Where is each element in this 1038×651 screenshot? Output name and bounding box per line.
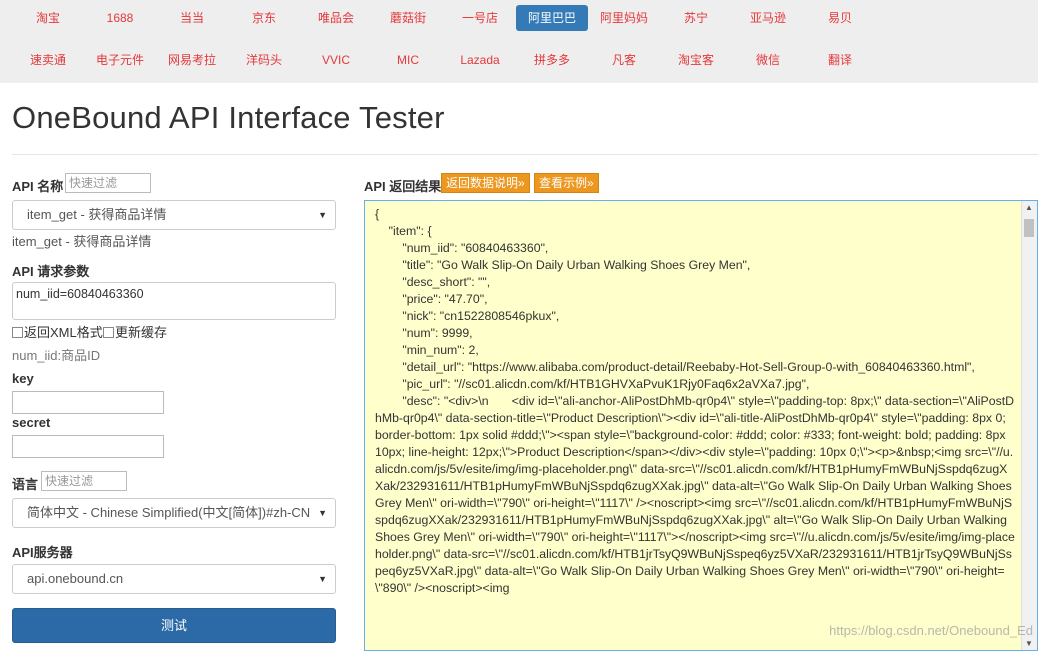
language-select-value: 简体中文 - Chinese Simplified(中文[简体])#zh-CN — [27, 505, 311, 520]
xml-format-checkbox[interactable] — [12, 327, 23, 338]
nav-tab-taobao[interactable]: 淘宝 — [12, 5, 84, 31]
test-button[interactable]: 测试 — [12, 608, 336, 643]
nav-row-1: 淘宝 1688 当当 京东 唯品会 蘑菇街 一号店 阿里巴巴 阿里妈妈 苏宁 亚… — [0, 5, 1038, 31]
key-input[interactable] — [12, 391, 164, 414]
xml-format-label: 返回XML格式 — [24, 325, 103, 340]
nav-tab-vip[interactable]: 唯品会 — [300, 5, 372, 31]
nav-tab-1688[interactable]: 1688 — [84, 5, 156, 31]
nav-tab-pinduoduo[interactable]: 拼多多 — [516, 47, 588, 73]
top-navigation: 淘宝 1688 当当 京东 唯品会 蘑菇街 一号店 阿里巴巴 阿里妈妈 苏宁 亚… — [0, 0, 1038, 83]
result-label: API 返回结果 — [364, 179, 442, 194]
api-select-value: item_get - 获得商品详情 — [27, 207, 167, 222]
dropdown-caret-icon: ▼ — [318, 508, 327, 518]
refresh-cache-label: 更新缓存 — [115, 325, 168, 340]
nav-tab-translate[interactable]: 翻译 — [804, 47, 876, 73]
nav-tab-vancl[interactable]: 凡客 — [588, 47, 660, 73]
server-select-value: api.onebound.cn — [27, 571, 124, 586]
nav-tab-mogujie[interactable]: 蘑菇街 — [372, 5, 444, 31]
nav-tab-alimama[interactable]: 阿里妈妈 — [588, 5, 660, 31]
nav-row-2: 速卖通 电子元件 网易考拉 洋码头 VVIC MIC Lazada 拼多多 凡客… — [0, 47, 1038, 73]
language-filter-input[interactable]: 快速过滤 — [41, 471, 127, 491]
scroll-down-arrow-icon[interactable]: ▼ — [1025, 639, 1033, 648]
page-title: OneBound API Interface Tester — [12, 100, 445, 135]
nav-tab-ebay[interactable]: 易贝 — [804, 5, 876, 31]
result-output[interactable]: { "item": { "num_iid": "60840463360", "t… — [364, 200, 1038, 651]
nav-tab-yhd[interactable]: 一号店 — [444, 5, 516, 31]
result-json-text: { "item": { "num_iid": "60840463360", "t… — [375, 207, 1015, 595]
server-label: API服务器 — [12, 545, 73, 560]
refresh-cache-option[interactable]: 更新缓存 — [103, 322, 167, 341]
language-label: 语言 — [12, 477, 39, 492]
nav-tab-dangdang[interactable]: 当当 — [156, 5, 228, 31]
nav-tab-taobaoke[interactable]: 淘宝客 — [660, 47, 732, 73]
view-example-button[interactable]: 查看示例» — [534, 173, 599, 193]
nav-tab-vvic[interactable]: VVIC — [300, 47, 372, 73]
dropdown-caret-icon: ▼ — [318, 210, 327, 220]
api-name-label: API 名称 — [12, 179, 64, 194]
nav-tab-lazada[interactable]: Lazada — [444, 47, 516, 73]
param-hint: num_iid:商品ID — [12, 348, 101, 363]
refresh-cache-checkbox[interactable] — [103, 327, 114, 338]
nav-tab-mic[interactable]: MIC — [372, 47, 444, 73]
nav-tab-yangmatou[interactable]: 洋码头 — [228, 47, 300, 73]
key-label: key — [12, 371, 34, 386]
api-filter-input[interactable]: 快速过滤 — [65, 173, 151, 193]
nav-tab-wechat[interactable]: 微信 — [732, 47, 804, 73]
scrollbar-thumb[interactable] — [1024, 219, 1034, 237]
language-select[interactable]: 简体中文 - Chinese Simplified(中文[简体])#zh-CN … — [12, 498, 336, 528]
nav-tab-amazon[interactable]: 亚马逊 — [732, 5, 804, 31]
secret-input[interactable] — [12, 435, 164, 458]
params-textarea[interactable]: num_iid=60840463360 — [12, 282, 336, 320]
api-select[interactable]: item_get - 获得商品详情 ▼ — [12, 200, 336, 230]
xml-format-option[interactable]: 返回XML格式 — [12, 322, 103, 341]
nav-tab-electronic-components[interactable]: 电子元件 — [84, 47, 156, 73]
divider — [12, 154, 1038, 155]
nav-tab-suning[interactable]: 苏宁 — [660, 5, 732, 31]
result-scrollbar[interactable]: ▲ ▼ — [1021, 201, 1037, 650]
server-select[interactable]: api.onebound.cn ▼ — [12, 564, 336, 594]
dropdown-caret-icon: ▼ — [318, 574, 327, 584]
data-doc-button[interactable]: 返回数据说明» — [441, 173, 530, 193]
watermark: https://blog.csdn.net/Onebound_Ed — [829, 623, 1033, 638]
api-description: item_get - 获得商品详情 — [12, 234, 152, 249]
nav-tab-kaola[interactable]: 网易考拉 — [156, 47, 228, 73]
params-label: API 请求参数 — [12, 264, 90, 279]
scroll-up-arrow-icon[interactable]: ▲ — [1025, 203, 1033, 212]
nav-tab-alibaba[interactable]: 阿里巴巴 — [516, 5, 588, 31]
nav-tab-jd[interactable]: 京东 — [228, 5, 300, 31]
secret-label: secret — [12, 415, 51, 430]
nav-tab-aliexpress[interactable]: 速卖通 — [12, 47, 84, 73]
